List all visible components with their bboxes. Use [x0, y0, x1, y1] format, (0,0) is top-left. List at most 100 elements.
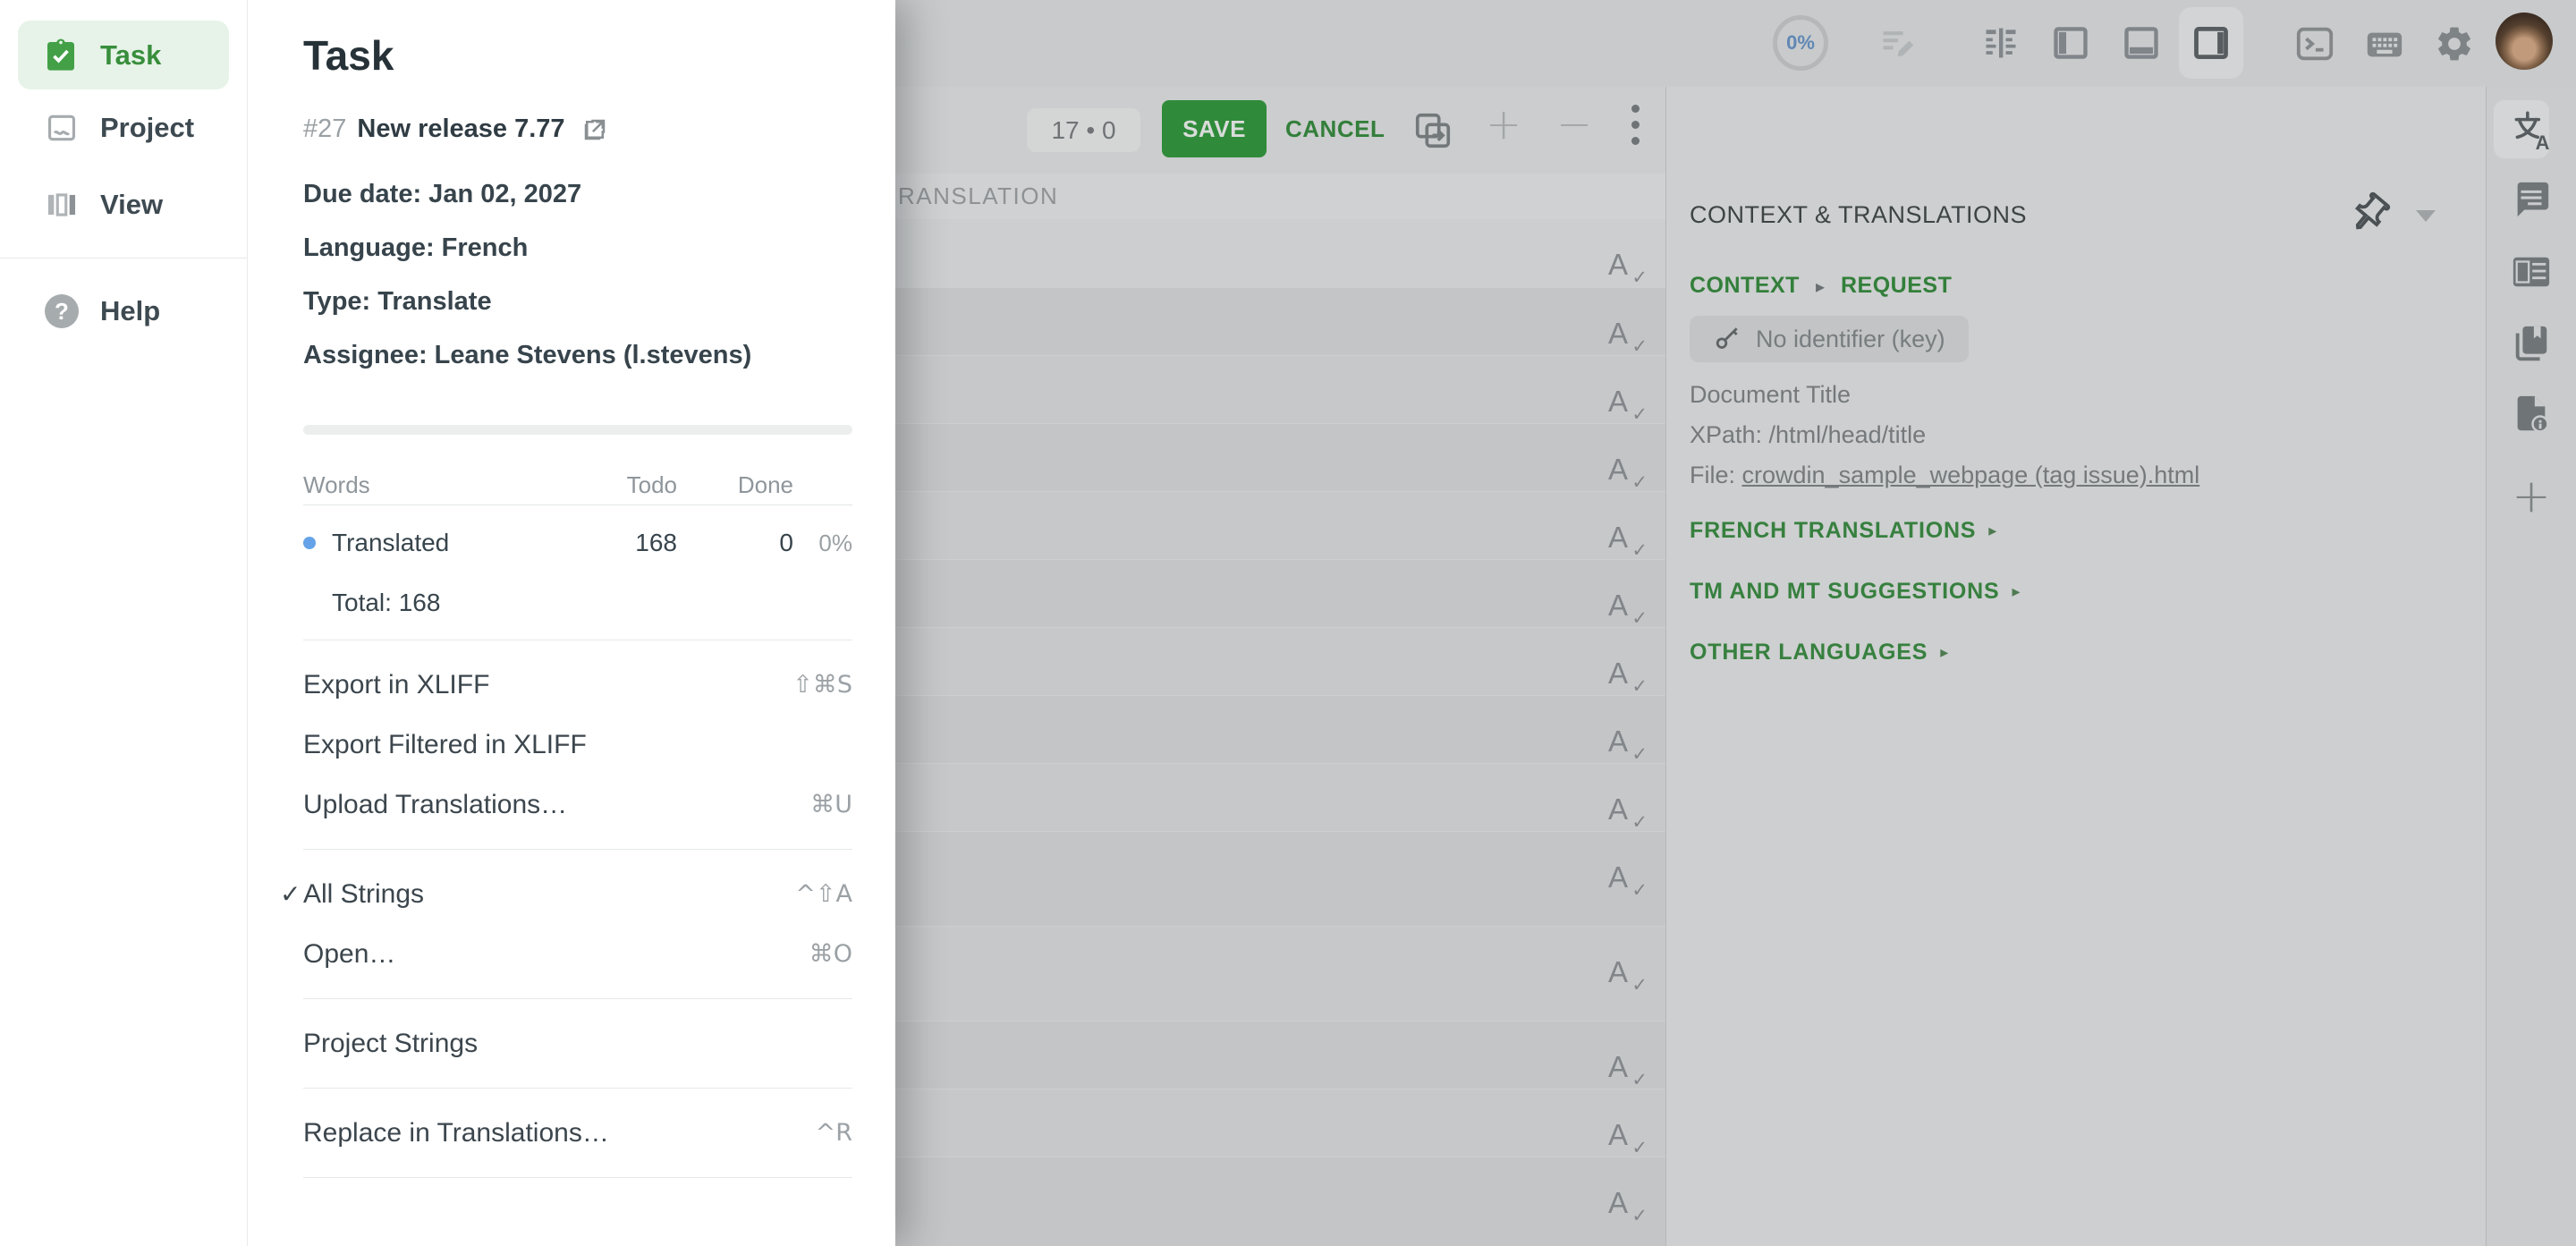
- string-row[interactable]: A✓: [895, 696, 1665, 764]
- menu-item-export-xliff[interactable]: Export in XLIFF ⇧⌘S: [303, 655, 852, 715]
- task-reference-line: #27 New release 7.77: [303, 114, 852, 144]
- section-tm-mt-suggestions[interactable]: TM AND MT SUGGESTIONS▸: [1690, 579, 2020, 605]
- spellcheck-icon[interactable]: A✓: [1608, 1118, 1639, 1156]
- terminal-icon[interactable]: [2294, 23, 2335, 64]
- spellcheck-icon[interactable]: A✓: [1608, 453, 1639, 490]
- sidebar-divider: [0, 258, 247, 259]
- view-bottom-panel-icon[interactable]: [2122, 23, 2161, 63]
- menu-item-project-strings[interactable]: Project Strings: [303, 1013, 852, 1073]
- translation-column-header: RANSLATION: [895, 174, 1665, 220]
- spellcheck-icon[interactable]: A✓: [1608, 860, 1639, 898]
- article-tool-icon[interactable]: [2511, 254, 2552, 290]
- string-row[interactable]: A✓: [895, 832, 1665, 927]
- comments-tool-icon[interactable]: [2511, 179, 2552, 220]
- menu-item-open[interactable]: Open… ⌘O: [303, 924, 852, 984]
- spellcheck-icon[interactable]: A✓: [1608, 1186, 1639, 1224]
- spellcheck-icon[interactable]: A✓: [1608, 1050, 1639, 1088]
- open-task-external-icon[interactable]: [581, 116, 608, 143]
- words-table-row: Translated 168 0 0%: [303, 505, 852, 581]
- string-row[interactable]: A✓: [895, 356, 1665, 424]
- string-row[interactable]: A✓: [895, 1021, 1665, 1089]
- done-percent: 0%: [793, 530, 852, 557]
- checkmark-icon: ✓: [280, 879, 301, 909]
- spellcheck-icon[interactable]: A✓: [1608, 385, 1639, 422]
- sidebar-item-project[interactable]: Project: [0, 89, 247, 166]
- string-row[interactable]: A✓: [895, 1089, 1665, 1157]
- string-row[interactable]: A✓: [895, 927, 1665, 1021]
- task-number: #27: [303, 114, 346, 144]
- file-info-tool-icon[interactable]: [2511, 394, 2552, 436]
- editor-action-bar: 17 • 0 SAVE CANCEL + −: [895, 87, 1665, 174]
- spellcheck-icon[interactable]: A✓: [1608, 955, 1639, 993]
- key-icon: [1713, 325, 1741, 353]
- spellcheck-icon[interactable]: A✓: [1608, 725, 1639, 762]
- string-row[interactable]: A✓: [895, 628, 1665, 696]
- col-words: Words: [303, 471, 561, 499]
- col-done: Done: [677, 471, 793, 499]
- tab-arrow-icon: ▸: [1816, 275, 1825, 297]
- tab-context[interactable]: CONTEXT: [1690, 273, 1800, 299]
- file-link[interactable]: crowdin_sample_webpage (tag issue).html: [1742, 462, 2200, 488]
- section-other-languages[interactable]: OTHER LANGUAGES▸: [1690, 640, 1948, 665]
- view-right-panel-icon[interactable]: [2191, 23, 2231, 63]
- spellcheck-icon[interactable]: A✓: [1608, 657, 1639, 694]
- crowdin-editor-window: 0% 17 • 0 SAVE: [0, 0, 2576, 1246]
- panel-heading: Task: [303, 32, 852, 79]
- keyboard-icon[interactable]: [2364, 27, 2405, 63]
- section-arrow-icon: ▸: [1988, 521, 1996, 540]
- string-row[interactable]: A✓: [895, 560, 1665, 628]
- row-label: Translated: [303, 529, 561, 557]
- pin-icon[interactable]: [2348, 192, 2391, 235]
- sidebar-item-task[interactable]: Task: [18, 21, 229, 89]
- user-avatar[interactable]: [2496, 13, 2553, 70]
- menu-item-upload-translations[interactable]: Upload Translations… ⌘U: [303, 775, 852, 835]
- cancel-button[interactable]: CANCEL: [1271, 100, 1399, 157]
- view-columns-icon: [45, 188, 79, 222]
- string-row[interactable]: A✓: [895, 424, 1665, 492]
- xpath-line: XPath: /html/head/title: [1690, 415, 2199, 455]
- string-row[interactable]: A✓: [895, 764, 1665, 832]
- save-button[interactable]: SAVE: [1162, 100, 1267, 157]
- spellcheck-icon[interactable]: A✓: [1608, 317, 1639, 354]
- section-arrow-icon: ▸: [2012, 582, 2020, 601]
- spellcheck-icon[interactable]: A✓: [1608, 521, 1639, 558]
- section-french-translations[interactable]: FRENCH TRANSLATIONS▸: [1690, 518, 1996, 544]
- glossary-tool-icon[interactable]: [2511, 325, 2552, 366]
- task-language: Language: French: [303, 221, 852, 275]
- string-row[interactable]: A✓: [895, 492, 1665, 560]
- sidebar-item-label: Project: [100, 112, 194, 144]
- identifier-label: No identifier (key): [1756, 326, 1945, 353]
- sidebar-item-help[interactable]: ? Help: [0, 273, 247, 350]
- translation-progress-ring[interactable]: 0%: [1773, 15, 1828, 71]
- string-row[interactable]: A✓: [895, 288, 1665, 356]
- right-tool-strip: A +: [2487, 87, 2576, 1246]
- panel-dropdown-caret[interactable]: [2416, 210, 2436, 222]
- tab-request[interactable]: REQUEST: [1841, 273, 1952, 299]
- words-total: Total: 168: [303, 581, 852, 625]
- done-count: 0: [677, 529, 793, 557]
- increase-font-icon[interactable]: +: [1486, 99, 1521, 149]
- menu-item-export-filtered-xliff[interactable]: Export Filtered in XLIFF: [303, 715, 852, 775]
- section-arrow-icon: ▸: [1940, 643, 1948, 662]
- view-side-by-side-icon[interactable]: [2051, 23, 2090, 63]
- sidebar-item-view[interactable]: View: [0, 166, 247, 243]
- copy-source-icon[interactable]: [1412, 110, 1453, 151]
- draft-edit-icon[interactable]: [1878, 23, 1918, 63]
- string-row[interactable]: A✓: [895, 219, 1665, 288]
- spellcheck-icon[interactable]: A✓: [1608, 589, 1639, 626]
- more-options-icon[interactable]: [1622, 105, 1648, 145]
- identifier-key-chip[interactable]: No identifier (key): [1690, 316, 1969, 362]
- spellcheck-icon[interactable]: A✓: [1608, 248, 1639, 285]
- translate-tool-icon[interactable]: A: [2509, 106, 2554, 151]
- string-row[interactable]: A✓: [895, 1157, 1665, 1246]
- task-clipboard-icon: [43, 38, 79, 73]
- view-table-icon[interactable]: [1981, 23, 2021, 63]
- decrease-font-icon[interactable]: −: [1556, 99, 1592, 149]
- spellcheck-icon[interactable]: A✓: [1608, 793, 1639, 830]
- add-panel-icon[interactable]: +: [2512, 470, 2551, 523]
- menu-item-all-strings[interactable]: ✓ All Strings ^⇧A: [303, 864, 852, 924]
- settings-gear-icon[interactable]: [2434, 23, 2475, 64]
- menu-item-replace-in-translations[interactable]: Replace in Translations… ^R: [303, 1103, 852, 1163]
- task-due-date: Due date: Jan 02, 2027: [303, 167, 852, 221]
- project-icon: [45, 111, 79, 145]
